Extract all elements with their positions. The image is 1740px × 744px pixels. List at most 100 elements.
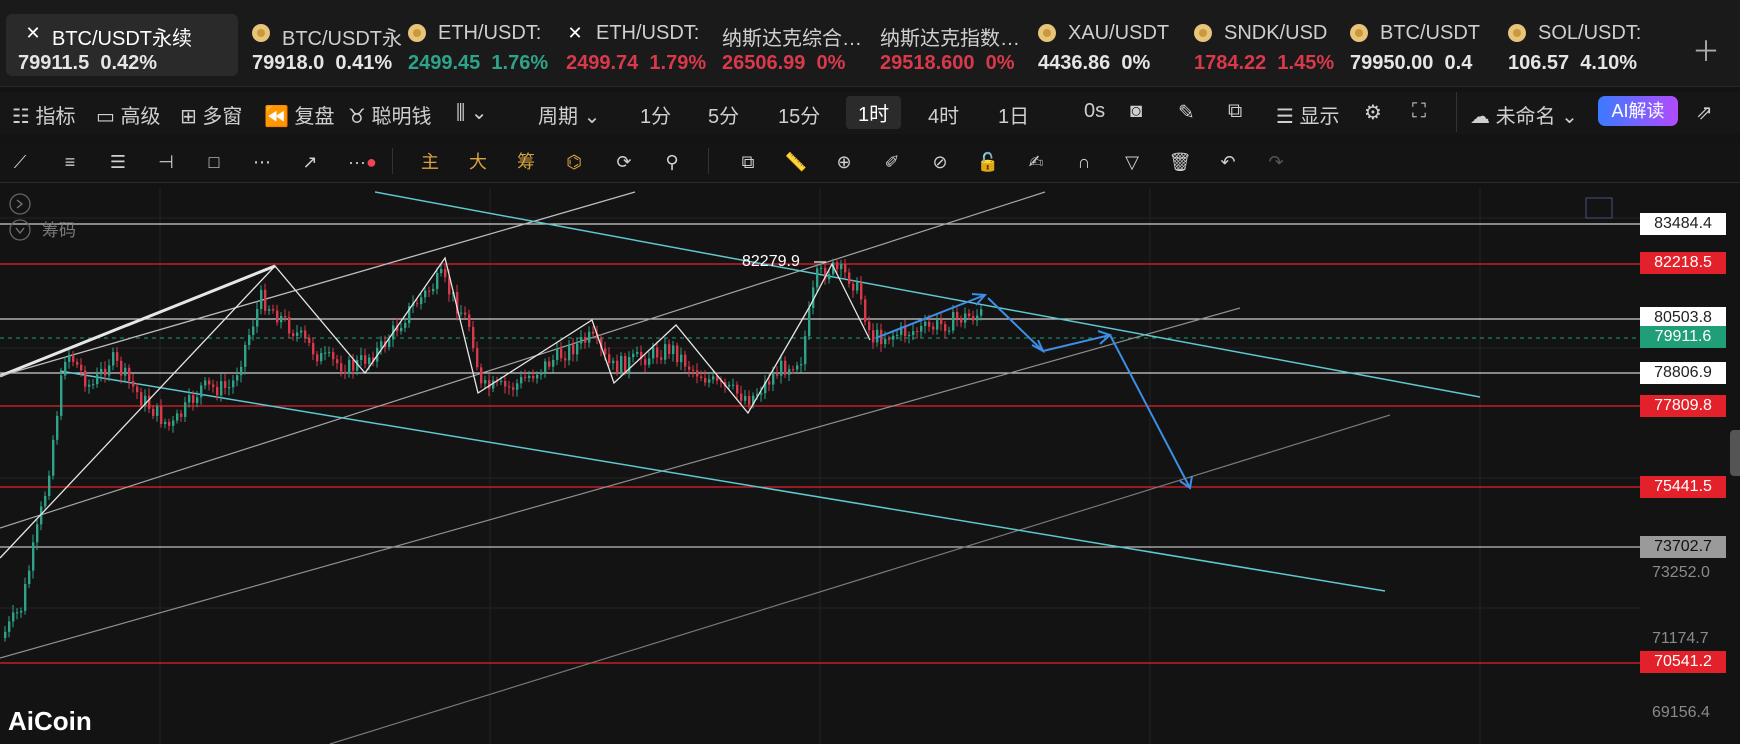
candle-body [84,370,87,387]
candle-body [424,290,427,298]
candle-body [524,376,527,378]
replay-button[interactable]: ⏪ 复盘 [264,100,334,129]
candle-body [636,352,639,354]
candle-body [544,361,547,373]
zigzag-pattern[interactable] [0,256,871,559]
coin-icon [1350,24,1368,42]
side-panel-handle[interactable] [1730,430,1740,476]
brush-icon[interactable]: ✐ [880,150,904,174]
candle-body [788,369,791,375]
magnet-tool-icon[interactable]: ⚲ [660,150,684,174]
candle-body [36,524,39,543]
smart-money-button[interactable]: ♉ 聪明钱 [348,100,432,129]
fullscreen-icon[interactable]: ⛶ [1412,100,1426,123]
main-chart-tool[interactable]: 主 [418,150,442,174]
candle-body [272,309,275,311]
price-label-75441: 75441.5 [1640,476,1726,498]
candle-body [140,392,143,406]
arrow-tool-icon[interactable]: ↗ [298,150,322,174]
share-icon[interactable]: ⇗ [1696,100,1713,125]
candle-body [500,381,503,383]
period-1d[interactable]: 1日 [998,100,1029,129]
more-tools-icon[interactable]: ···● [348,150,377,174]
advanced-button[interactable]: ▭ 高级 [96,100,160,129]
candle-body [940,320,943,325]
chip-distribution-label[interactable]: 筹码 [42,221,76,240]
candle-body [208,380,211,385]
ticker-price: 4436.86 0% [1038,52,1151,74]
period-1m[interactable]: 1分 [640,100,671,129]
measure-tool-icon[interactable]: ⋯ [250,150,274,174]
parallel-channel-icon[interactable]: ≡ [58,150,82,174]
candle-body [700,376,703,379]
axis-label: 71174.7 [1652,630,1709,647]
projection-path [987,297,1191,489]
candle-body [380,341,383,348]
undo-icon[interactable]: ↶ [1216,150,1240,174]
lock-icon[interactable]: 🔓 [976,150,1000,174]
chip-tool[interactable]: 筹 [514,150,538,174]
price-chart[interactable]: 筹码 82279.9 [0,188,1740,744]
copy-icon[interactable]: ⧉ [736,150,760,174]
add-tab-icon[interactable]: ＋ [1692,30,1720,70]
magnet-icon[interactable]: ∩ [1072,150,1096,174]
share-square-icon[interactable]: ⧉ [1228,100,1242,123]
sync-icon[interactable]: ⟳ [612,150,636,174]
hide-drawings-icon[interactable]: ⊘ [928,150,952,174]
ticker-tab-strip: ✕ BTC/USDT永续 79911.5 0.42% BTC/USDT永 799… [0,0,1740,87]
camera-icon[interactable]: ◙ [1130,100,1142,123]
candle-body [52,439,55,476]
candle-body [968,313,971,317]
candle-body [924,321,927,326]
redo-icon[interactable]: ↷ [1264,150,1288,174]
rising-channel-bottom[interactable] [329,414,1391,744]
period-1h[interactable]: 1时 [846,96,902,129]
list-icon: ☰ [1276,106,1294,128]
filter-icon[interactable]: ▽ [1120,150,1144,174]
collapse-toggle-icon[interactable] [9,219,31,241]
candle-body [852,283,855,291]
big-order-tool[interactable]: 大 [466,150,490,174]
projection-arrows[interactable] [875,293,1193,490]
candle-body [492,380,495,389]
falling-channel-top[interactable] [374,191,1481,398]
candle-body [364,355,367,364]
multi-window-button[interactable]: ⊞ 多窗 [180,100,242,129]
candle-body [116,352,119,361]
peak-price-annotation: 82279.9 [742,253,800,270]
ticker-tab-0[interactable]: ✕ BTC/USDT永续 79911.5 0.42% [6,14,238,76]
period-15m[interactable]: 15分 [778,100,820,129]
ruler-icon[interactable]: 📏 [784,150,808,174]
rectangle-tool-icon[interactable]: □ [202,150,226,174]
horizontal-ray-icon[interactable]: ⊣ [154,150,178,174]
candle-body [960,318,963,323]
ticker-name: SNDK/USD [1224,22,1328,44]
period-dropdown[interactable]: 周期 ⌄ [538,100,600,129]
candle-body [16,612,19,614]
trendline-tool-icon[interactable]: ⟋ [8,150,32,174]
candle-body [132,380,135,387]
zoom-in-icon[interactable]: ⊕ [832,150,856,174]
upper-trendline[interactable] [0,264,276,378]
candle-body [748,396,751,405]
pattern-icon[interactable]: ⌬ [562,150,586,174]
coin-icon [1038,24,1056,42]
chevron-right-icon [16,199,24,209]
candle-body [572,344,575,355]
trash-icon[interactable]: 🗑 [1168,150,1192,174]
period-5m[interactable]: 5分 [708,100,739,129]
candle-body [840,264,843,270]
settings-icon[interactable]: ⚙ [1364,100,1382,125]
period-4h[interactable]: 4时 [928,100,959,129]
candle-body [632,353,635,358]
chart-type-button[interactable]: ⫼ ⌄ [456,100,488,125]
expand-toggle-icon[interactable] [9,193,31,215]
chart-mini-map-icon[interactable] [1585,197,1613,219]
horizontal-lines-icon[interactable]: ☰ [106,150,130,174]
pen-icon[interactable]: ✎ [1178,100,1195,125]
indicator-button[interactable]: ☷ 指标 [12,100,76,129]
display-button[interactable]: ☰ 显示 [1276,100,1340,129]
layout-name-dropdown[interactable]: ☁ 未命名 ⌄ [1470,100,1578,129]
edit-note-icon[interactable]: ✍ [1024,150,1048,174]
ai-analysis-button[interactable]: AI解读 [1598,96,1678,126]
